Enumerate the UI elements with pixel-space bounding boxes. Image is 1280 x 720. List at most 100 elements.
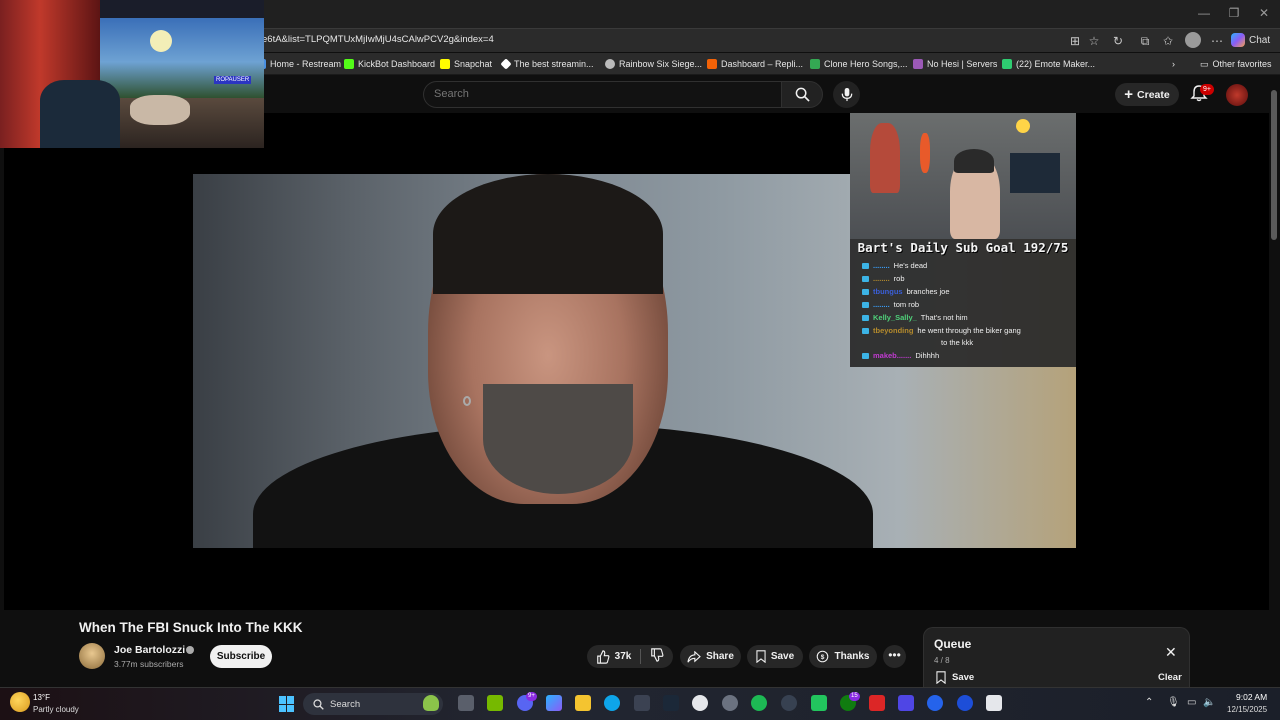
sub-goal-text: Bart's Daily Sub Goal 192/75	[857, 240, 1069, 255]
file-explorer-icon[interactable]	[575, 695, 591, 711]
4k-downloader-icon[interactable]	[781, 695, 797, 711]
chat-message: tbungus branches joe	[862, 287, 950, 296]
maximize-icon[interactable]: ❐	[1220, 6, 1248, 20]
clock-date[interactable]: 12/15/2025	[1227, 705, 1267, 714]
share-label: Share	[706, 651, 734, 662]
clock-time[interactable]: 9:02 AM	[1236, 692, 1267, 702]
streamer-webcam	[850, 113, 1076, 239]
app-icon[interactable]	[986, 695, 1002, 711]
bookmark-streaming[interactable]: The best streamin...	[500, 58, 594, 70]
thanks-button[interactable]: $ Thanks	[809, 645, 877, 668]
windows-start-icon[interactable]	[279, 696, 295, 712]
badge-icon	[862, 288, 869, 295]
queue-save-button[interactable]: Save	[936, 671, 974, 684]
scrollbar-thumb[interactable]	[1271, 90, 1277, 240]
settings-more-icon[interactable]: ⋯	[1209, 33, 1225, 49]
microphone-tray-icon[interactable]: 🎙	[1167, 697, 1180, 708]
bin-widget-icon[interactable]	[423, 695, 439, 711]
chat-message: ........ rob	[862, 274, 905, 283]
badge-icon	[862, 262, 869, 269]
channel-name[interactable]: Joe Bartolozzi	[114, 644, 185, 656]
close-queue-icon[interactable]: ✕	[1165, 644, 1177, 661]
bookmark-no-hesi[interactable]: No Hesi | Servers	[913, 58, 997, 70]
discord-badge: 9+	[526, 692, 537, 701]
edge-icon[interactable]	[604, 695, 620, 711]
close-window-icon[interactable]: ✕	[1250, 6, 1278, 20]
more-actions-icon[interactable]: •••	[883, 645, 906, 668]
share-icon	[687, 650, 701, 663]
spotify-icon[interactable]	[751, 695, 767, 711]
search-button[interactable]	[781, 81, 823, 108]
weather-description[interactable]: Partly cloudy	[33, 705, 79, 714]
xbox-badge: 15	[849, 692, 860, 701]
like-button[interactable]: 37k	[596, 649, 631, 664]
queue-save-label: Save	[952, 672, 975, 683]
app-available-icon[interactable]: ⊞	[1067, 33, 1083, 49]
bookmark-home-restream[interactable]: Home - Restream	[256, 58, 341, 70]
weather-sun-icon[interactable]	[10, 692, 30, 712]
bookmark-clone-hero[interactable]: Clone Hero Songs,...	[810, 58, 908, 70]
nvidia-icon[interactable]	[487, 695, 503, 711]
thanks-icon: $	[817, 650, 829, 663]
account-avatar[interactable]	[1226, 84, 1248, 106]
task-view-icon[interactable]	[458, 695, 474, 711]
bookmark-label: Snapchat	[454, 59, 493, 69]
app-icon[interactable]	[898, 695, 914, 711]
minimize-icon[interactable]: —	[1190, 6, 1218, 20]
game-app-icon[interactable]	[869, 695, 885, 711]
app-icon[interactable]	[927, 695, 943, 711]
r6-icon	[605, 59, 615, 69]
youtube-search-input[interactable]	[434, 88, 754, 100]
volume-icon[interactable]: 🔈	[1203, 697, 1215, 708]
bookmark-replit[interactable]: Dashboard – Repli...	[707, 58, 803, 70]
tray-overflow-chevron-icon[interactable]: ⌃	[1145, 697, 1153, 708]
bookmark-icon	[756, 650, 766, 663]
dislike-button[interactable]	[650, 648, 664, 665]
youtube-search-box[interactable]	[423, 81, 781, 108]
save-button[interactable]: Save	[747, 645, 803, 668]
bookmark-rainbow-six[interactable]: Rainbow Six Siege...	[605, 58, 702, 70]
settings-gear-icon[interactable]	[722, 695, 738, 711]
url-text[interactable]: e6tA&list=TLPQMTUxMjIwMjU4sCAlwPCV2g&ind…	[262, 34, 494, 45]
other-favorites[interactable]: ▭ Other favorites	[1200, 58, 1272, 70]
copilot-icon[interactable]	[546, 695, 562, 711]
create-button[interactable]: + Create	[1115, 83, 1179, 106]
voice-search-button[interactable]	[833, 81, 860, 108]
bookmark-emote-maker[interactable]: (22) Emote Maker...	[1002, 58, 1095, 70]
browser-profile-avatar[interactable]	[1185, 32, 1201, 48]
channel-avatar[interactable]	[79, 643, 105, 669]
thumbs-up-icon	[596, 649, 610, 664]
app-icon[interactable]	[957, 695, 973, 711]
refresh-icon[interactable]: ↻	[1110, 33, 1126, 49]
microphone-icon	[841, 87, 852, 102]
notification-count-badge: 9+	[1200, 84, 1214, 95]
extensions-icon[interactable]: ⧉	[1137, 33, 1153, 49]
favorites-icon[interactable]: ✩	[1160, 33, 1176, 49]
store-icon[interactable]	[634, 695, 650, 711]
no-hesi-icon	[913, 59, 923, 69]
badge-icon	[862, 275, 869, 282]
b-app-icon[interactable]	[811, 695, 827, 711]
bookmark-label: (22) Emote Maker...	[1016, 59, 1096, 69]
subscriber-count: 3.77m subscribers	[114, 659, 184, 669]
search-icon	[313, 698, 324, 710]
lava-lamp-shape	[920, 133, 930, 173]
subscribe-button[interactable]: Subscribe	[210, 645, 272, 668]
taskbar-search[interactable]: Search	[303, 693, 443, 715]
network-icon[interactable]: ▭	[1187, 697, 1196, 708]
obs-icon[interactable]	[692, 695, 708, 711]
bookmarks-overflow-chevron-icon[interactable]: ›	[1172, 58, 1175, 70]
bookmark-snapchat[interactable]: Snapchat	[440, 58, 492, 70]
copilot-label: Chat	[1249, 34, 1271, 46]
taskbar-search-label: Search	[330, 698, 361, 710]
share-button[interactable]: Share	[680, 645, 741, 668]
video-title: When The FBI Snuck Into The KKK	[79, 620, 303, 635]
queue-clear-button[interactable]: Clear	[1158, 672, 1182, 683]
steam-icon[interactable]	[663, 695, 679, 711]
headphones-shape	[954, 149, 994, 173]
copilot-chat-button[interactable]: Chat	[1231, 31, 1277, 49]
create-label: Create	[1137, 88, 1170, 101]
bookmark-kickbot[interactable]: KickBot Dashboard	[344, 58, 435, 70]
favorite-star-icon[interactable]: ☆	[1086, 33, 1102, 49]
weather-temperature[interactable]: 13°F	[33, 693, 50, 702]
